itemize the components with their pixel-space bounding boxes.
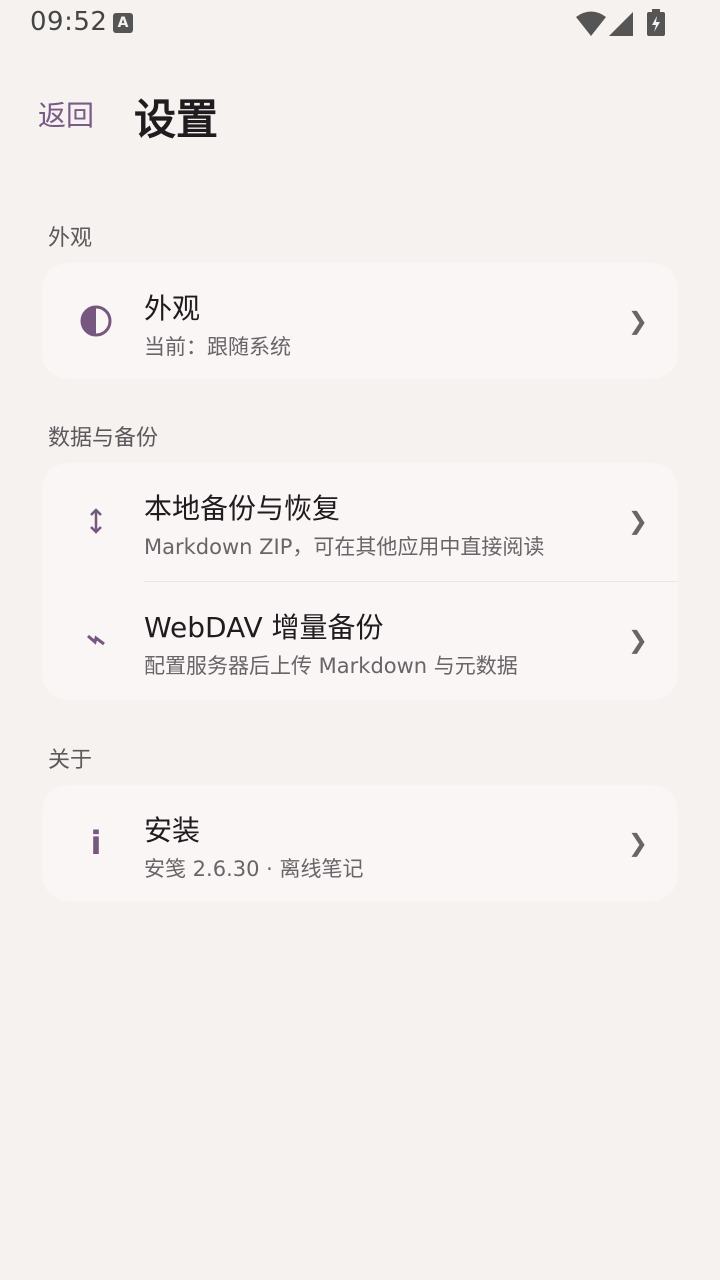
install-subtitle: 安笺 2.6.30 · 离线笔记 <box>144 857 364 881</box>
section-label-about: 关于 <box>48 748 93 773</box>
text-notification-icon: A <box>113 13 133 33</box>
signal-icon <box>609 12 633 36</box>
section-label-appearance: 外观 <box>48 226 93 251</box>
status-bar: 09:52 A <box>0 0 720 48</box>
appearance-card: 外观 当前：跟随系统 ❯ <box>42 263 678 379</box>
chevron-right-icon: ❯ <box>627 307 648 335</box>
lightning-icon <box>74 620 118 660</box>
appearance-title: 外观 <box>144 292 201 325</box>
install-row[interactable]: i 安装 安笺 2.6.30 · 离线笔记 ❯ <box>42 785 678 901</box>
data-backup-card: 本地备份与恢复 Markdown ZIP，可在其他应用中直接阅读 ❯ WebDA… <box>42 463 678 700</box>
info-icon: i <box>90 824 102 862</box>
chevron-right-icon: ❯ <box>627 507 648 535</box>
top-app-bar: 返回 设置 <box>0 80 720 150</box>
appearance-row[interactable]: 外观 当前：跟随系统 ❯ <box>42 263 678 379</box>
wifi-icon <box>576 11 606 36</box>
status-time: 09:52 <box>30 7 108 37</box>
contrast-icon <box>74 301 118 341</box>
webdav-backup-title: WebDAV 增量备份 <box>144 611 384 644</box>
appearance-subtitle: 当前：跟随系统 <box>144 335 291 359</box>
chevron-right-icon: ❯ <box>627 829 648 857</box>
webdav-backup-row[interactable]: WebDAV 增量备份 配置服务器后上传 Markdown 与元数据 ❯ <box>42 582 678 700</box>
chevron-right-icon: ❯ <box>627 626 648 654</box>
install-title: 安装 <box>144 814 201 847</box>
page-title: 设置 <box>134 95 219 144</box>
up-down-arrow-icon <box>74 501 118 541</box>
local-backup-row[interactable]: 本地备份与恢复 Markdown ZIP，可在其他应用中直接阅读 ❯ <box>42 463 678 581</box>
section-label-data-backup: 数据与备份 <box>48 426 159 451</box>
about-card: i 安装 安笺 2.6.30 · 离线笔记 ❯ <box>42 785 678 901</box>
local-backup-subtitle: Markdown ZIP，可在其他应用中直接阅读 <box>144 535 545 559</box>
webdav-backup-subtitle: 配置服务器后上传 Markdown 与元数据 <box>144 654 518 678</box>
local-backup-title: 本地备份与恢复 <box>144 492 341 525</box>
back-button[interactable]: 返回 <box>38 94 94 134</box>
battery-charging-icon <box>647 9 665 36</box>
